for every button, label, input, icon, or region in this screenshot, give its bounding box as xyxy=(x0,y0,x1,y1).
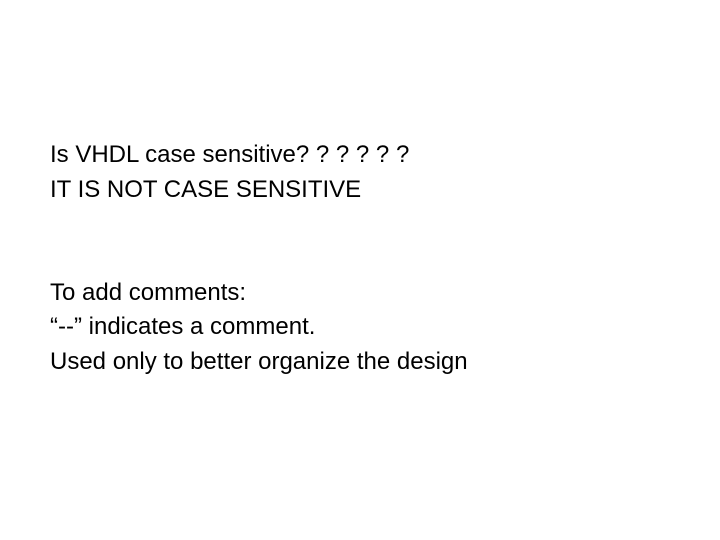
text-line: IT IS NOT CASE SENSITIVE xyxy=(50,173,670,208)
paragraph-case-sensitivity: Is VHDL case sensitive? ? ? ? ? ? IT IS … xyxy=(50,138,670,208)
paragraph-comments: To add comments: “--” indicates a commen… xyxy=(50,276,670,380)
text-line: “--” indicates a comment. xyxy=(50,310,670,345)
text-line: Is VHDL case sensitive? ? ? ? ? ? xyxy=(50,138,670,173)
text-line: Used only to better organize the design xyxy=(50,345,670,380)
text-line: To add comments: xyxy=(50,276,670,311)
